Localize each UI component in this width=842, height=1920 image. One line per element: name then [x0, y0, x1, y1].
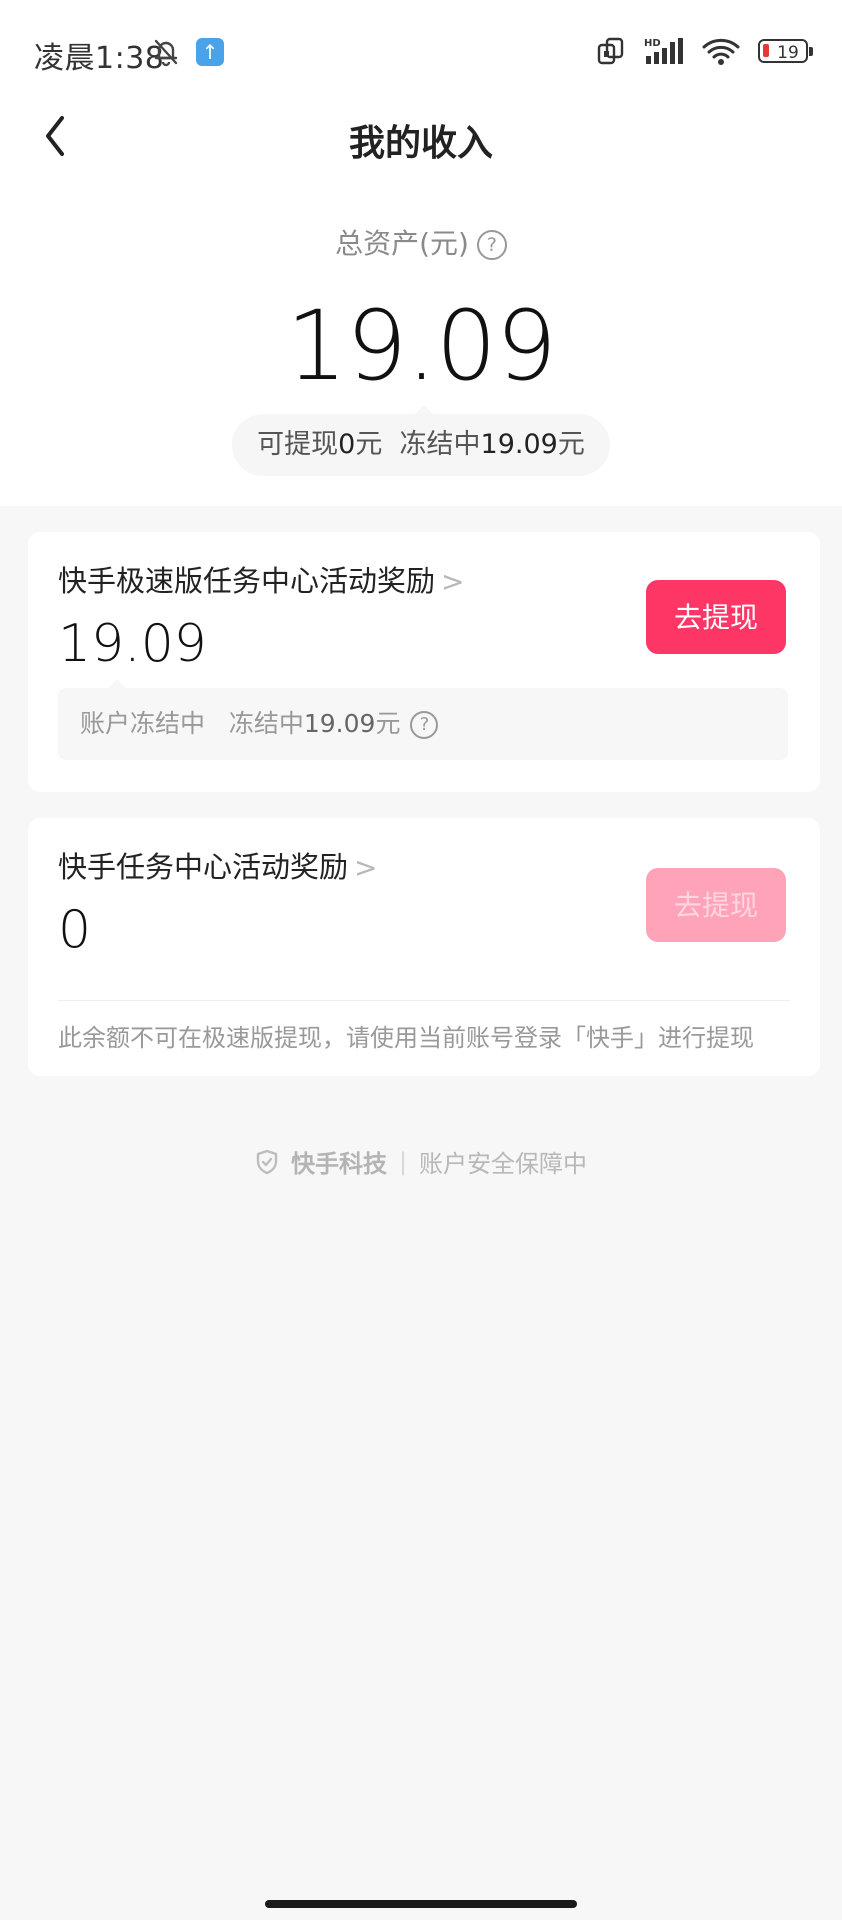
withdrawable-unit: 元	[355, 429, 383, 460]
frozen-value: 19.09	[303, 709, 376, 738]
card-amount: 0	[58, 900, 92, 960]
svg-text:HD: HD	[644, 38, 661, 49]
chevron-right-icon: >	[354, 851, 378, 884]
status-time: 凌晨1:38	[34, 41, 165, 76]
card-title-link[interactable]: 快手极速版任务中心活动奖励 >	[58, 558, 464, 600]
income-card-lite-task-center: 快手极速版任务中心活动奖励 > 19.09 去提现 账户冻结中 冻结中19.09元…	[28, 532, 820, 792]
frozen-unit: 元	[375, 709, 401, 738]
help-icon[interactable]: ?	[410, 711, 439, 739]
withdrawable-label: 可提现	[257, 429, 339, 460]
nav-bar: 我的收入	[0, 100, 842, 173]
help-icon[interactable]: ?	[476, 230, 507, 260]
total-assets-amount: 19.09	[286, 290, 557, 402]
frozen-label: 冻结中	[399, 429, 481, 460]
bell-off-icon	[154, 39, 178, 67]
status-bar: 凌晨1:38 ↑ HD 19	[0, 0, 842, 100]
upload-icon: ↑	[196, 38, 224, 66]
page-title: 我的收入	[348, 123, 493, 164]
withdrawable-value: 0	[338, 429, 356, 460]
status-right-icons: HD 19	[596, 36, 813, 66]
footer-separator: |	[398, 1147, 408, 1176]
battery-level: 19	[777, 43, 799, 63]
security-footer: 快手科技 | 账户安全保障中	[0, 1144, 842, 1179]
card-amount: 19.09	[58, 614, 207, 674]
total-assets-summary: 总资产(元)? 19.09 可提现0元 冻结中19.09元	[0, 172, 842, 506]
signal-icon: HD	[644, 38, 683, 64]
frozen-label: 冻结中	[228, 709, 304, 738]
home-indicator[interactable]	[265, 1900, 577, 1908]
chevron-right-icon: >	[441, 565, 465, 598]
balance-breakdown-pill: 可提现0元 冻结中19.09元	[232, 405, 610, 476]
battery-icon: 19	[758, 39, 813, 63]
frozen-unit: 元	[557, 429, 585, 460]
shield-check-icon	[256, 1149, 278, 1174]
total-assets-label: 总资产(元)?	[0, 222, 842, 262]
card-title-link[interactable]: 快手任务中心活动奖励 >	[58, 844, 377, 886]
income-card-task-center: 快手任务中心活动奖励 > 0 去提现 此余额不可在极速版提现，请使用当前账号登录「…	[28, 818, 820, 1076]
frozen-prefix: 账户冻结中	[80, 709, 206, 738]
divider	[58, 1000, 790, 1001]
status-left-icons: ↑	[150, 36, 224, 68]
rotate-lock-icon	[597, 37, 624, 65]
footer-brand: 快手科技	[290, 1150, 387, 1178]
withdraw-button[interactable]: 去提现	[646, 580, 786, 654]
frozen-info-box: 账户冻结中 冻结中19.09元?	[58, 679, 788, 760]
withdraw-button-disabled[interactable]: 去提现	[646, 868, 786, 942]
card-note: 此余额不可在极速版提现，请使用当前账号登录「快手」进行提现	[58, 1024, 754, 1052]
footer-text: 账户安全保障中	[419, 1150, 588, 1178]
wifi-icon	[702, 38, 740, 65]
frozen-value: 19.09	[480, 429, 558, 460]
